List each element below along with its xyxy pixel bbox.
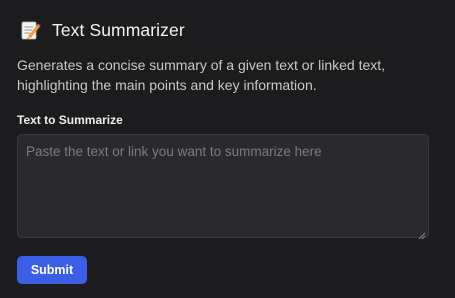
page-description: Generates a concise summary of a given t…: [17, 57, 386, 93]
memo-icon: [19, 19, 41, 41]
text-to-summarize-label: Text to Summarize: [17, 113, 123, 127]
text-input-wrapper: [17, 134, 429, 240]
text-to-summarize-input[interactable]: [17, 134, 429, 238]
resize-handle-icon[interactable]: [418, 227, 426, 240]
header: Text Summarizer: [17, 18, 438, 42]
submit-button[interactable]: Submit: [17, 256, 87, 284]
page-title: Text Summarizer: [52, 19, 185, 40]
summarizer-panel: Text Summarizer Generates a concise summ…: [0, 0, 455, 298]
